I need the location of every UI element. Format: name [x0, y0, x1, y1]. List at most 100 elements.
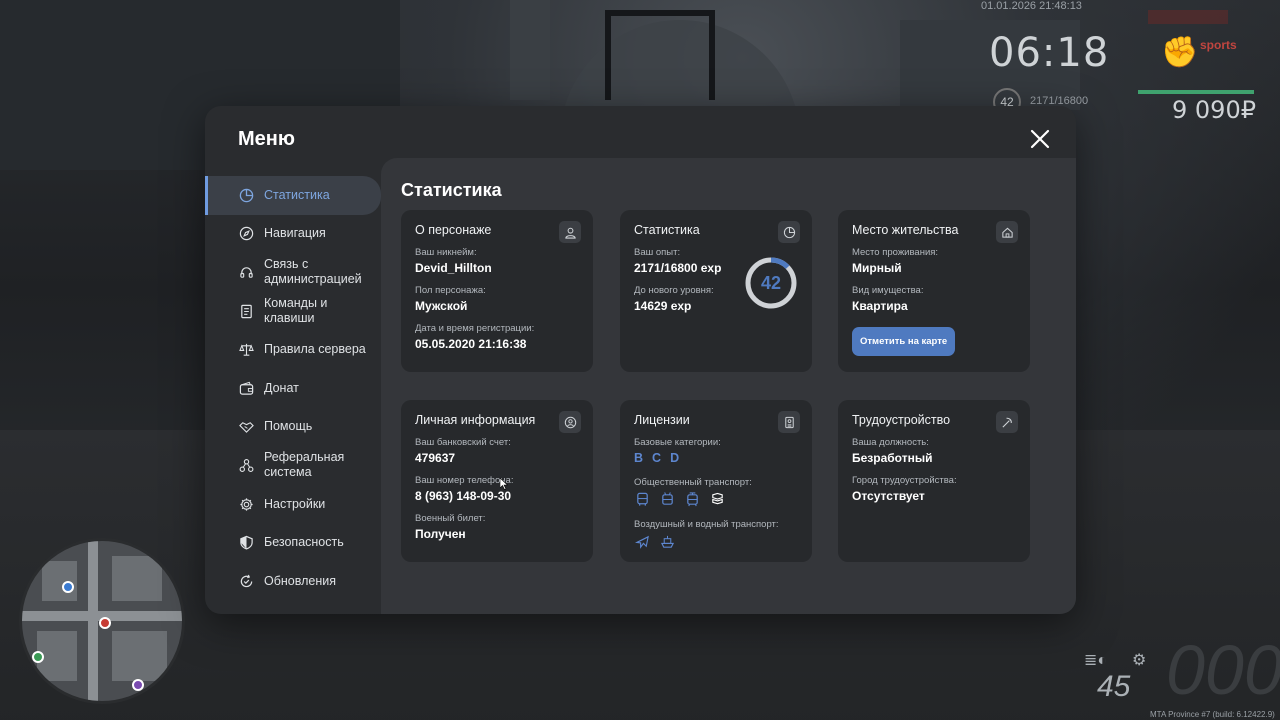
- card-residence: Место жительства Место проживания: Мирны…: [838, 210, 1030, 372]
- handshake-icon: [238, 419, 254, 435]
- sidebar-item-commands[interactable]: Команды и клавиши: [205, 292, 381, 331]
- chart-pie-icon: [238, 187, 254, 203]
- public-transport-icons: [634, 491, 798, 507]
- air-water-transport-label: Воздушный и водный транспорт:: [634, 519, 779, 530]
- fist-icon: ✊: [1161, 35, 1199, 69]
- sidebar-item-label: Обновления: [264, 573, 336, 588]
- employment-city-value: Отсутствует: [852, 489, 925, 503]
- license-category: C: [652, 451, 662, 465]
- bus-icon: [634, 491, 650, 507]
- hud-build: MTA Province #7 (build: 6.12422.9): [1150, 710, 1275, 719]
- menu-title: Меню: [238, 128, 295, 150]
- sidebar-item-settings[interactable]: Настройки: [205, 485, 381, 524]
- sidebar-item-label: Статистика: [264, 187, 330, 202]
- gear-icon: [238, 496, 254, 512]
- card-title: Личная информация: [415, 413, 536, 427]
- pickaxe-icon: [996, 411, 1018, 433]
- sidebar-item-rules[interactable]: Правила сервера: [205, 330, 381, 369]
- sidebar-item-label: Настройки: [264, 496, 326, 511]
- card-licenses: Лицензии Базовые категории: B C D Общест…: [620, 400, 812, 562]
- military-label: Военный билет:: [415, 513, 486, 524]
- card-title: О персонаже: [415, 223, 492, 237]
- refresh-check-icon: [238, 573, 254, 589]
- phone-label: Ваш номер телефона:: [415, 475, 514, 486]
- nickname-value: Devid_Hillton: [415, 261, 492, 275]
- headset-icon: [238, 264, 254, 280]
- license-category: D: [670, 451, 680, 465]
- sidebar-item-help[interactable]: Помощь: [205, 408, 381, 447]
- employment-city-label: Город трудоустройства:: [852, 475, 957, 486]
- property-label: Вид имущества:: [852, 285, 924, 296]
- sidebar-item-updates[interactable]: Обновления: [205, 562, 381, 601]
- sidebar-item-admin-contact[interactable]: Связь с администрацией: [205, 253, 381, 292]
- document-icon: [238, 303, 254, 319]
- license-categories: B C D: [634, 451, 798, 465]
- content-title: Статистика: [401, 180, 502, 200]
- hud-money: 9 090₽: [1172, 96, 1256, 124]
- license-category: B: [634, 451, 644, 465]
- sidebar-item-security[interactable]: Безопасность: [205, 523, 381, 562]
- network-icon: [238, 457, 254, 473]
- registration-value: 05.05.2020 21:16:38: [415, 337, 527, 351]
- content-panel: Статистика О персонаже Ваш никнейм: Devi…: [381, 158, 1076, 614]
- close-button[interactable]: [1027, 126, 1053, 152]
- hud-health-bar: [1138, 90, 1254, 94]
- sidebar-item-label: Донат: [264, 380, 299, 395]
- close-icon: [1030, 129, 1050, 149]
- map-blip-icon: [62, 581, 74, 593]
- sidebar-item-donate[interactable]: Донат: [205, 369, 381, 408]
- user-circle-icon: [559, 411, 581, 433]
- menu-window: Меню Статистика Навигация Связь с админи…: [205, 106, 1076, 614]
- map-blip-icon: [32, 651, 44, 663]
- crane: [605, 10, 715, 100]
- residence-place-label: Место проживания:: [852, 247, 939, 258]
- card-title: Трудоустройство: [852, 413, 951, 427]
- base-categories-label: Базовые категории:: [634, 437, 721, 448]
- nickname-label: Ваш никнейм:: [415, 247, 477, 258]
- air-water-transport-icons: [634, 533, 798, 549]
- trolleybus-icon: [659, 491, 675, 507]
- card-title: Лицензии: [634, 413, 690, 427]
- card-personal-info: Личная информация Ваш банковский счет: 4…: [401, 400, 593, 562]
- hud-tag-bar: [1148, 10, 1228, 24]
- hud-odometer: 000: [1166, 631, 1280, 709]
- card-title: Статистика: [634, 223, 700, 237]
- engine-icon: ⚙: [1132, 652, 1147, 669]
- sidebar-item-label: Связь с администрацией: [264, 257, 362, 287]
- scales-icon: [238, 342, 254, 358]
- sidebar-item-label: Реферальная система: [264, 450, 345, 480]
- position-value: Безработный: [852, 451, 933, 465]
- chart-pie-icon: [778, 221, 800, 243]
- sidebar-item-referral[interactable]: Реферальная система: [205, 446, 381, 485]
- tram-icon: [684, 491, 700, 507]
- taxi-icon: [709, 491, 725, 507]
- level-value: 42: [760, 272, 782, 293]
- sidebar-item-statistics[interactable]: Статистика: [205, 176, 381, 215]
- sidebar-item-label: Помощь: [264, 419, 313, 434]
- headlights-icon: ≣◐: [1084, 652, 1108, 669]
- bank-value: 479637: [415, 451, 456, 465]
- wallet-icon: [238, 380, 254, 396]
- minimap: [19, 538, 185, 704]
- gender-label: Пол персонажа:: [415, 285, 486, 296]
- sidebar: Статистика Навигация Связь с администрац…: [205, 176, 381, 601]
- shield-icon: [238, 535, 254, 551]
- user-icon: [559, 221, 581, 243]
- card-statistics: Статистика Ваш опыт: 2171/16800 exp До н…: [620, 210, 812, 372]
- public-transport-label: Общественный транспорт:: [634, 477, 752, 488]
- sidebar-item-navigation[interactable]: Навигация: [205, 215, 381, 254]
- mark-on-map-button[interactable]: Отметить на карте: [852, 327, 956, 356]
- residence-place-value: Мирный: [852, 261, 902, 275]
- sidebar-item-label: Команды и клавиши: [264, 296, 328, 326]
- registration-label: Дата и время регистрации:: [415, 323, 535, 334]
- gender-value: Мужской: [415, 299, 468, 313]
- military-value: Получен: [415, 527, 466, 541]
- compass-icon: [238, 226, 254, 242]
- hud-speed: 45: [1097, 670, 1131, 703]
- sidebar-item-label: Правила сервера: [264, 342, 366, 357]
- sidebar-item-label: Безопасность: [264, 535, 344, 550]
- card-employment: Трудоустройство Ваша должность: Безработ…: [838, 400, 1030, 562]
- id-card-icon: [778, 411, 800, 433]
- property-value: Квартира: [852, 299, 908, 313]
- hud-sports-tag: sports: [1200, 38, 1237, 52]
